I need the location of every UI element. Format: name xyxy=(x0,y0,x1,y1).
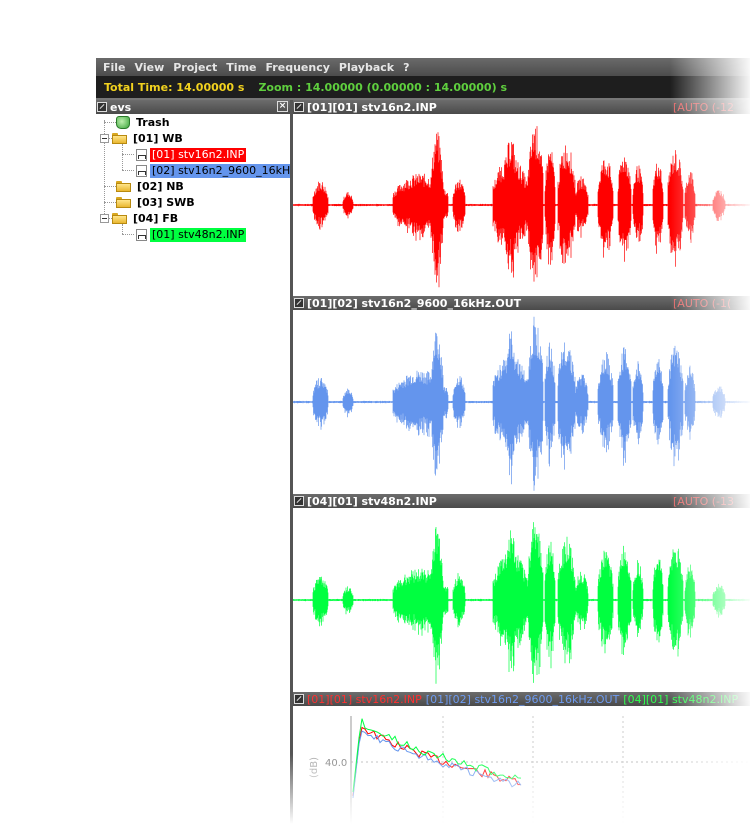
menu-view[interactable]: View xyxy=(135,61,165,74)
trash-label: Trash xyxy=(136,115,170,129)
collapse-icon[interactable] xyxy=(294,298,304,308)
waveform-file-icon xyxy=(136,164,147,177)
total-time: Total Time: 14.00000 s xyxy=(104,80,245,94)
tree-line xyxy=(104,122,116,123)
group-label: [01] WB xyxy=(133,131,183,145)
status-bar: Total Time: 14.00000 s Zoom : 14.00000 (… xyxy=(96,76,750,98)
spectrum-line-blue xyxy=(352,730,522,799)
track-title: [01][01] stv16n2.INP xyxy=(307,100,437,114)
waveform-trace xyxy=(293,316,750,491)
track-header: [04][01] stv48n2.INP [AUTO (-13 xyxy=(293,494,750,508)
project-sidebar: evs × Trash [01] WB [01] stv16n2.INP [02… xyxy=(96,100,290,824)
folder-icon xyxy=(116,197,131,208)
legend-entry: [01][01] stv16n2.INP xyxy=(307,692,422,706)
group-label: [02] NB xyxy=(137,179,184,193)
legend-entry: [01][02] stv16n2_9600_16kHz.OUT xyxy=(425,692,620,706)
folder-icon xyxy=(112,213,127,224)
file-label: [01] stv16n2.INP xyxy=(150,147,247,162)
waveform-track: [01][02] stv16n2_9600_16kHz.OUT [AUTO (-… xyxy=(293,296,750,494)
folder-icon xyxy=(112,133,127,144)
collapse-icon[interactable] xyxy=(294,694,304,704)
y-axis-label: (dB) xyxy=(309,757,320,778)
track-title: [04][01] stv48n2.INP xyxy=(307,494,437,508)
spectrum-panel: [01][01] stv16n2.INP [01][02] stv16n2_96… xyxy=(293,692,750,824)
tree-line xyxy=(104,186,116,187)
tree-group-nb[interactable]: [02] NB xyxy=(116,179,186,194)
collapse-icon[interactable] xyxy=(294,102,304,112)
waveform-trace xyxy=(293,522,750,684)
collapse-icon[interactable] xyxy=(97,102,107,112)
tree-file-item[interactable]: [01] stv16n2.INP xyxy=(136,147,247,162)
waveform-track: [04][01] stv48n2.INP [AUTO (-13 xyxy=(293,494,750,692)
folder-icon xyxy=(116,181,131,192)
tree-line xyxy=(104,202,116,203)
sidebar-header: evs × xyxy=(96,100,290,114)
tree-line xyxy=(122,234,134,235)
tree-line xyxy=(122,170,134,171)
tree-item-trash[interactable]: Trash xyxy=(116,115,172,130)
tree-line xyxy=(122,154,134,155)
tree-file-item[interactable]: [01] stv48n2.INP xyxy=(136,227,247,242)
waveform-trace xyxy=(293,126,750,288)
waveform-plot[interactable] xyxy=(293,114,750,296)
collapse-toggle-icon[interactable] xyxy=(100,134,109,143)
track-title: [01][02] stv16n2_9600_16kHz.OUT xyxy=(307,296,522,310)
menu-help[interactable]: ? xyxy=(403,61,409,74)
sidebar-title: evs xyxy=(110,100,132,114)
tree-group-fb[interactable]: [04] FB xyxy=(100,211,180,226)
waveform-file-icon xyxy=(136,228,147,241)
spectrum-plot[interactable]: 40.0 (dB) xyxy=(293,706,750,824)
tree-file-item[interactable]: [02] stv16n2_9600_16kHz.OUT xyxy=(136,163,290,178)
group-label: [04] FB xyxy=(133,211,179,225)
group-label: [03] SWB xyxy=(137,195,195,209)
tree-line xyxy=(122,144,123,170)
legend-entry: [04][01] stv48n2.INP xyxy=(623,692,739,706)
menu-frequency[interactable]: Frequency xyxy=(266,61,330,74)
waveform-track: [01][01] stv16n2.INP [AUTO (-12 xyxy=(293,100,750,296)
file-label: [01] stv48n2.INP xyxy=(150,227,247,242)
spectrum-header: [01][01] stv16n2.INP [01][02] stv16n2_96… xyxy=(293,692,750,706)
collapse-toggle-icon[interactable] xyxy=(100,214,109,223)
auto-scale-label: [AUTO (-13 xyxy=(673,494,734,508)
waveform-plot[interactable] xyxy=(293,310,750,494)
close-icon[interactable]: × xyxy=(277,101,288,112)
zoom-info: Zoom : 14.00000 (0.00000 : 14.00000) s xyxy=(258,80,507,94)
y-tick-label: 40.0 xyxy=(325,758,347,769)
menu-time[interactable]: Time xyxy=(226,61,256,74)
file-label: [02] stv16n2_9600_16kHz.OUT xyxy=(150,163,290,178)
menu-project[interactable]: Project xyxy=(173,61,217,74)
trash-icon xyxy=(116,116,130,129)
menu-file[interactable]: File xyxy=(103,61,126,74)
waveform-plot[interactable] xyxy=(293,508,750,692)
app-window: File View Project Time Frequency Playbac… xyxy=(96,58,750,824)
track-header: [01][02] stv16n2_9600_16kHz.OUT [AUTO (-… xyxy=(293,296,750,310)
track-header: [01][01] stv16n2.INP [AUTO (-12 xyxy=(293,100,750,114)
auto-scale-label: [AUTO (-1( xyxy=(673,296,732,310)
menu-bar: File View Project Time Frequency Playbac… xyxy=(96,58,750,76)
collapse-icon[interactable] xyxy=(294,496,304,506)
tree-group-wb[interactable]: [01] WB xyxy=(100,131,185,146)
tree-group-swb[interactable]: [03] SWB xyxy=(116,195,197,210)
waveform-file-icon xyxy=(136,148,147,161)
auto-scale-label: [AUTO (-12 xyxy=(673,100,734,114)
menu-playback[interactable]: Playback xyxy=(339,61,394,74)
